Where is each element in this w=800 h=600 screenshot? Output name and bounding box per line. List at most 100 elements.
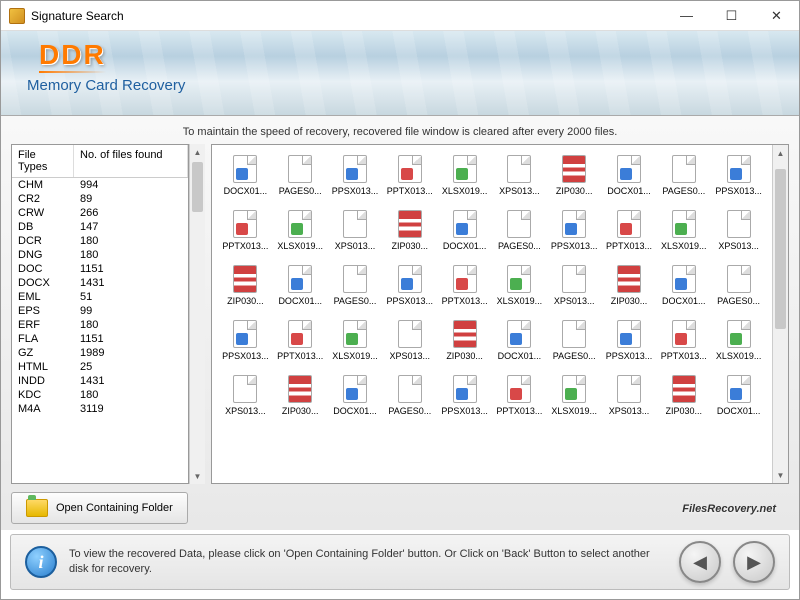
scroll-up-icon[interactable]: ▲ — [773, 145, 788, 161]
table-row[interactable]: GZ1989 — [12, 346, 188, 360]
file-item[interactable]: DOCX01... — [604, 155, 655, 196]
table-row[interactable]: EML51 — [12, 290, 188, 304]
table-row[interactable]: HTML25 — [12, 360, 188, 374]
table-row[interactable]: KDC180 — [12, 388, 188, 402]
file-item[interactable]: PPSX013... — [384, 265, 435, 306]
file-item[interactable]: ZIP030... — [275, 375, 326, 416]
cell-count: 1431 — [74, 276, 188, 290]
file-item[interactable]: ZIP030... — [549, 155, 600, 196]
file-item[interactable]: XLSX019... — [275, 210, 326, 251]
file-item[interactable]: XPS013... — [549, 265, 600, 306]
file-item[interactable]: PPTX013... — [220, 210, 271, 251]
file-item[interactable]: PPTX013... — [604, 210, 655, 251]
scroll-down-icon[interactable]: ▼ — [190, 468, 205, 484]
open-button-label: Open Containing Folder — [56, 502, 173, 514]
cell-type: KDC — [12, 388, 74, 402]
file-item[interactable]: XLSX019... — [330, 320, 381, 361]
column-header-count[interactable]: No. of files found — [74, 145, 188, 177]
table-row[interactable]: DB147 — [12, 220, 188, 234]
file-item[interactable]: XLSX019... — [713, 320, 764, 361]
file-item[interactable]: PAGES0... — [384, 375, 435, 416]
right-scrollbar[interactable]: ▲ ▼ — [772, 145, 788, 483]
table-row[interactable]: DOC1151 — [12, 262, 188, 276]
file-item[interactable]: PAGES0... — [275, 155, 326, 196]
table-row[interactable]: DCR180 — [12, 234, 188, 248]
file-item[interactable]: ZIP030... — [220, 265, 271, 306]
file-label: ZIP030... — [666, 406, 703, 416]
table-row[interactable]: DNG180 — [12, 248, 188, 262]
file-item[interactable]: DOCX01... — [713, 375, 764, 416]
file-item[interactable]: PPTX013... — [658, 320, 709, 361]
file-item[interactable]: XPS013... — [713, 210, 764, 251]
left-scrollbar[interactable]: ▲ ▼ — [189, 144, 205, 484]
cell-count: 1989 — [74, 346, 188, 360]
scroll-up-icon[interactable]: ▲ — [190, 144, 205, 160]
file-item[interactable]: ZIP030... — [439, 320, 490, 361]
file-item[interactable]: DOCX01... — [494, 320, 545, 361]
file-item[interactable]: XLSX019... — [549, 375, 600, 416]
file-item[interactable]: DOCX01... — [220, 155, 271, 196]
file-item[interactable]: PPSX013... — [439, 375, 490, 416]
minimize-button[interactable]: — — [664, 1, 709, 30]
scroll-thumb[interactable] — [192, 162, 203, 212]
forward-button[interactable]: ▶ — [733, 541, 775, 583]
table-row[interactable]: CRW266 — [12, 206, 188, 220]
file-item[interactable]: PPSX013... — [713, 155, 764, 196]
file-item[interactable]: PAGES0... — [549, 320, 600, 361]
file-item[interactable]: PPSX013... — [604, 320, 655, 361]
file-item[interactable]: XPS013... — [494, 155, 545, 196]
table-row[interactable]: DOCX1431 — [12, 276, 188, 290]
file-item[interactable]: PPTX013... — [384, 155, 435, 196]
file-item[interactable]: ZIP030... — [604, 265, 655, 306]
file-item[interactable]: PAGES0... — [494, 210, 545, 251]
file-label: ZIP030... — [282, 406, 319, 416]
table-row[interactable]: FLA1151 — [12, 332, 188, 346]
file-item[interactable]: PAGES0... — [713, 265, 764, 306]
file-item[interactable]: PPTX013... — [494, 375, 545, 416]
file-item[interactable]: XLSX019... — [439, 155, 490, 196]
cell-type: DNG — [12, 248, 74, 262]
file-item[interactable]: XPS013... — [604, 375, 655, 416]
folder-icon — [26, 499, 48, 517]
scroll-down-icon[interactable]: ▼ — [773, 467, 788, 483]
file-item[interactable]: DOCX01... — [330, 375, 381, 416]
maximize-button[interactable]: ☐ — [709, 1, 754, 30]
file-item[interactable]: ZIP030... — [658, 375, 709, 416]
file-icon — [453, 320, 477, 348]
table-row[interactable]: M4A3119 — [12, 402, 188, 416]
file-item[interactable]: DOCX01... — [439, 210, 490, 251]
file-item[interactable]: ZIP030... — [384, 210, 435, 251]
file-item[interactable]: XLSX019... — [494, 265, 545, 306]
file-item[interactable]: PPSX013... — [220, 320, 271, 361]
file-item[interactable]: XPS013... — [384, 320, 435, 361]
file-icon — [507, 320, 531, 348]
file-label: XLSX019... — [442, 186, 488, 196]
file-item[interactable]: XPS013... — [330, 210, 381, 251]
table-row[interactable]: EPS99 — [12, 304, 188, 318]
table-row[interactable]: CHM994 — [12, 178, 188, 192]
file-item[interactable]: XPS013... — [220, 375, 271, 416]
file-item[interactable]: PPSX013... — [330, 155, 381, 196]
file-item[interactable]: XLSX019... — [658, 210, 709, 251]
scroll-thumb[interactable] — [775, 169, 786, 329]
file-label: DOCX01... — [717, 406, 761, 416]
file-item[interactable]: PAGES0... — [658, 155, 709, 196]
header-banner: DDR Memory Card Recovery — [1, 31, 799, 116]
file-item[interactable]: PPTX013... — [275, 320, 326, 361]
file-item[interactable]: PPSX013... — [549, 210, 600, 251]
table-row[interactable]: ERF180 — [12, 318, 188, 332]
file-item[interactable]: DOCX01... — [275, 265, 326, 306]
back-button[interactable]: ◀ — [679, 541, 721, 583]
content-area: To maintain the speed of recovery, recov… — [1, 116, 799, 530]
file-item[interactable]: DOCX01... — [658, 265, 709, 306]
file-icon — [562, 155, 586, 183]
column-header-types[interactable]: File Types — [12, 145, 74, 177]
file-item[interactable]: PPTX013... — [439, 265, 490, 306]
table-row[interactable]: CR289 — [12, 192, 188, 206]
close-button[interactable]: ✕ — [754, 1, 799, 30]
table-row[interactable]: INDD1431 — [12, 374, 188, 388]
open-containing-folder-button[interactable]: Open Containing Folder — [11, 492, 188, 524]
file-item[interactable]: PAGES0... — [330, 265, 381, 306]
file-label: PPTX013... — [442, 296, 488, 306]
file-icon — [617, 155, 641, 183]
